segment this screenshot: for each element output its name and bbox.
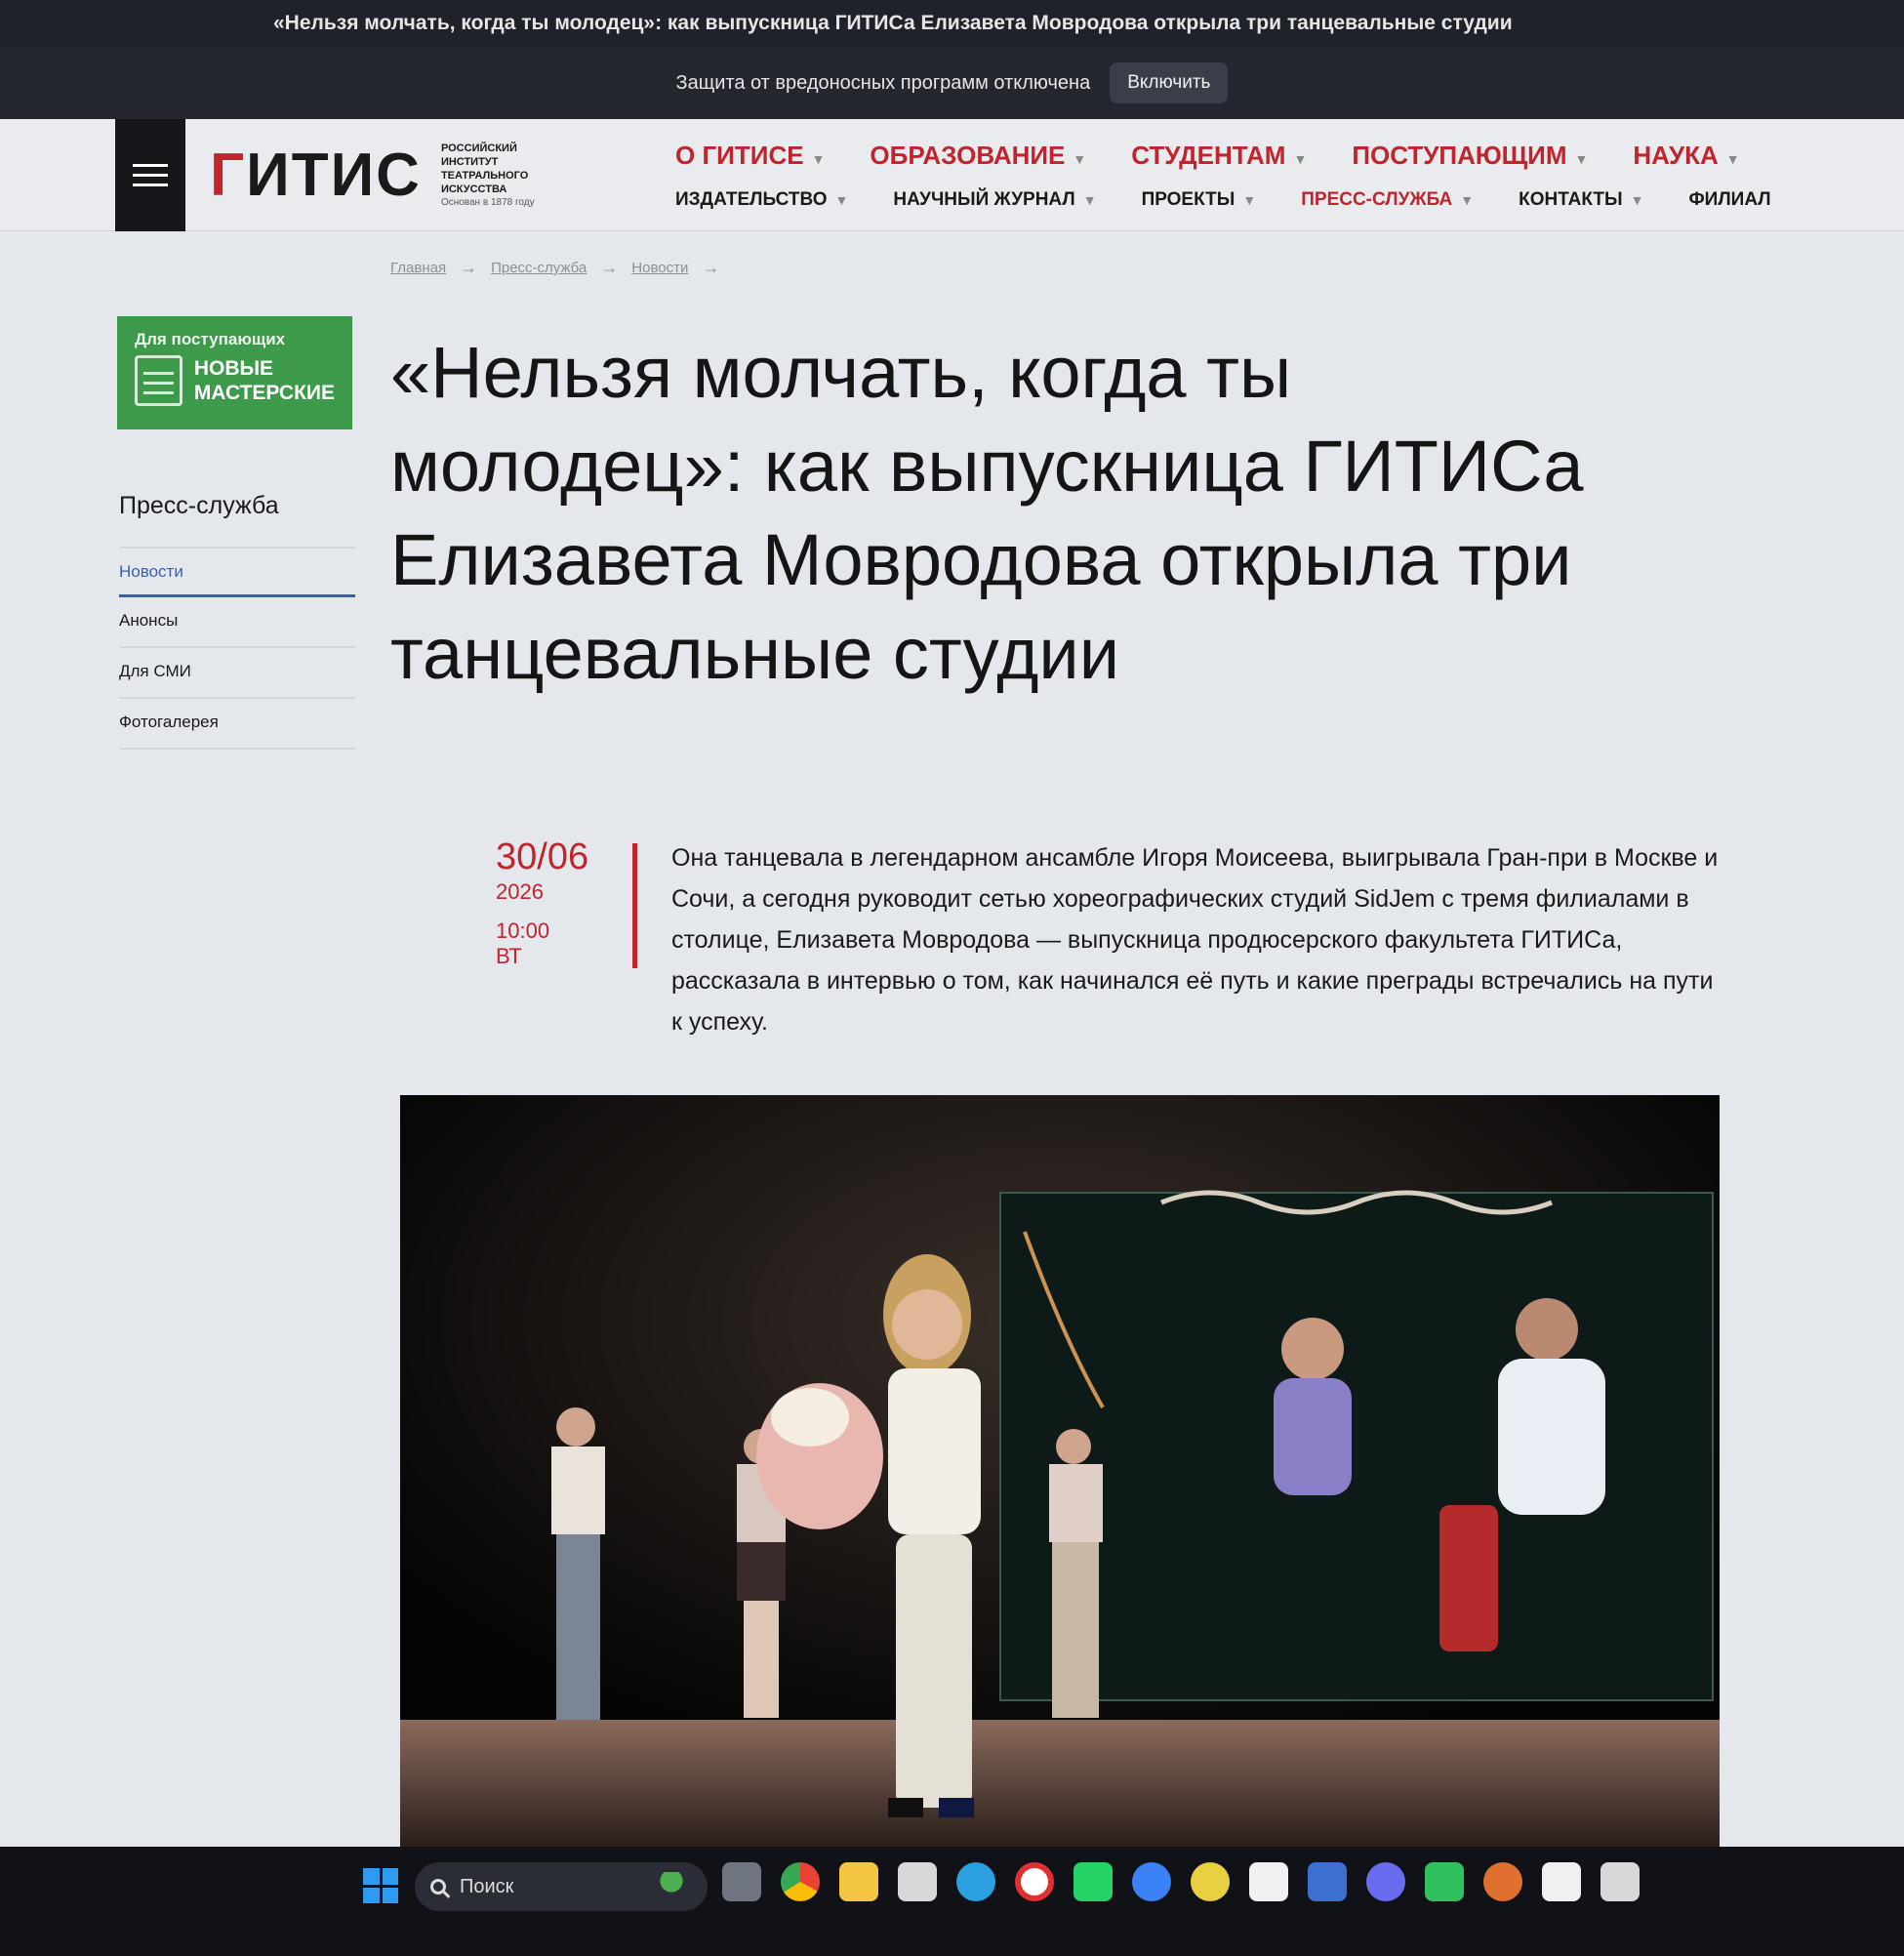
app-icon[interactable] — [1308, 1862, 1347, 1901]
sidebar-item-media[interactable]: Для СМИ — [119, 648, 355, 699]
windows-taskbar: Поиск — [0, 1847, 1904, 1956]
nav-press[interactable]: ПРЕСС-СЛУЖБА ▼ — [1301, 189, 1474, 211]
search-icon — [430, 1879, 446, 1895]
logo-rest: ИТИС — [246, 142, 422, 209]
promo-small-text: Для поступающих — [135, 330, 286, 348]
mail-icon[interactable] — [898, 1862, 937, 1901]
nav-publishing[interactable]: ИЗДАТЕЛЬСТВО ▼ — [675, 189, 848, 211]
secondary-nav: ИЗДАТЕЛЬСТВО ▼ НАУЧНЫЙ ЖУРНАЛ ▼ ПРОЕКТЫ ▼ П… — [675, 189, 1771, 211]
nav-science[interactable]: НАУКА ▼ — [1633, 141, 1739, 171]
caret-down-icon: ▼ — [1082, 192, 1097, 208]
article-headline: «Нельзя молчать, когда ты молодец»: как … — [390, 332, 1584, 694]
logo-wordmark: ГИТИС — [210, 142, 422, 209]
nav-students[interactable]: СТУДЕНТАМ ▼ — [1131, 141, 1307, 171]
meta-divider — [632, 843, 637, 968]
window-icon[interactable] — [722, 1862, 761, 1901]
caret-down-icon: ▼ — [1293, 151, 1308, 167]
sun-icon[interactable] — [1191, 1862, 1230, 1901]
article-time: 10:00 — [496, 918, 550, 943]
nav-projects[interactable]: ПРОЕКТЫ ▼ — [1142, 189, 1257, 211]
sidebar-item-news[interactable]: Новости — [119, 547, 355, 597]
article-weekday: ВТ — [496, 944, 522, 968]
logo-subtitle-line: ТЕАТРАЛЬНОГО — [440, 170, 529, 182]
hamburger-menu-button[interactable] — [115, 119, 185, 231]
arrow-right-icon: → — [600, 258, 619, 277]
caret-down-icon: ▼ — [1242, 192, 1257, 208]
article-photo[interactable] — [400, 1095, 1720, 1847]
sidebar-title: Пресс-служба — [119, 492, 279, 519]
yandex-icon[interactable] — [1015, 1862, 1054, 1901]
nav-applicants[interactable]: ПОСТУПАЮЩИМ ▼ — [1352, 141, 1588, 171]
nav-education[interactable]: ОБРАЗОВАНИЕ ▼ — [870, 141, 1086, 171]
logo-subtitle-line: ИСКУССТВА — [440, 183, 507, 195]
mail-icon[interactable] — [1600, 1862, 1640, 1901]
article-lead: Она танцевала в легендарном ансамбле Иго… — [671, 844, 1719, 1036]
folder-icon[interactable] — [839, 1862, 878, 1901]
logo-subtitle-line: РОССИЙСКИЙ — [440, 143, 517, 154]
maps-icon[interactable] — [1249, 1862, 1288, 1901]
caret-down-icon: ▼ — [1725, 151, 1740, 167]
browser-tab-title: «Нельзя молчать, когда ты молодец»: как … — [0, 0, 1904, 47]
chat-icon[interactable] — [1425, 1862, 1464, 1901]
article-meta: 30/06 2026 10:00 ВТ — [496, 836, 632, 969]
menu-line-icon — [133, 183, 168, 186]
new-workshops-banner[interactable]: Для поступающих НОВЫЕ МАСТЕРСКИЕ — [117, 316, 352, 429]
protection-notice: Защита от вредоносных программ отключена — [675, 71, 1091, 94]
windows-start-icon[interactable] — [363, 1868, 398, 1903]
promo-big-text: НОВЫЕ МАСТЕРСКИЕ — [193, 357, 335, 404]
taskbar-search[interactable]: Поиск — [415, 1862, 708, 1911]
telegram-icon[interactable] — [956, 1862, 995, 1901]
arrow-right-icon: → — [460, 258, 478, 277]
whatsapp-icon[interactable] — [1074, 1862, 1113, 1901]
logo-founded: Основан в 1878 году — [440, 197, 535, 208]
cloud-icon[interactable] — [1132, 1862, 1171, 1901]
primary-nav: О ГИТИСЕ ▼ ОБРАЗОВАНИЕ ▼ СТУДЕНТАМ ▼ ПОСТУП… — [675, 141, 1740, 171]
nav-journal[interactable]: НАУЧНЫЙ ЖУРНАЛ ▼ — [893, 189, 1096, 211]
taskbar-apps — [722, 1862, 1640, 1901]
caret-down-icon: ▼ — [834, 192, 849, 208]
protection-infobar: Защита от вредоносных программ отключена… — [0, 47, 1904, 119]
site-logo[interactable]: ГИТИС РОССИЙСКИЙ ИНСТИТУТ ТЕАТРАЛЬНОГО И… — [210, 142, 578, 209]
tree-icon — [647, 1872, 696, 1901]
nav-branch[interactable]: ФИЛИАЛ — [1688, 189, 1770, 211]
enable-protection-button[interactable]: Включить — [1110, 62, 1229, 103]
caret-down-icon: ▼ — [1460, 192, 1475, 208]
article-year: 2026 — [496, 879, 544, 904]
arrow-right-icon: → — [702, 258, 720, 277]
caret-down-icon: ▼ — [1574, 151, 1589, 167]
breadcrumb-home[interactable]: Главная — [390, 260, 446, 276]
app-icon[interactable] — [1366, 1862, 1405, 1901]
calendar-icon — [135, 355, 182, 406]
maps-icon[interactable] — [1542, 1862, 1581, 1901]
caret-down-icon: ▼ — [1630, 192, 1644, 208]
nav-contacts[interactable]: КОНТАКТЫ ▼ — [1519, 189, 1643, 211]
sidebar-nav: Новости Анонсы Для СМИ Фотогалерея — [119, 547, 355, 750]
sidebar-item-gallery[interactable]: Фотогалерея — [119, 699, 355, 750]
breadcrumb: Главная → Пресс-служба → Новости → — [390, 258, 719, 278]
logo-subtitle-line: ИНСТИТУТ — [440, 156, 499, 168]
caret-down-icon: ▼ — [811, 151, 826, 167]
sidebar-item-announcements[interactable]: Анонсы — [119, 597, 355, 648]
breadcrumb-press[interactable]: Пресс-служба — [491, 260, 587, 276]
logo-subtitle: РОССИЙСКИЙ ИНСТИТУТ ТЕАТРАЛЬНОГО ИСКУССТ… — [441, 142, 578, 210]
breadcrumb-news[interactable]: Новости — [631, 260, 688, 276]
spark-icon[interactable] — [1483, 1862, 1522, 1901]
nav-about[interactable]: О ГИТИСЕ ▼ — [675, 141, 825, 171]
taskbar-search-placeholder: Поиск — [460, 1875, 514, 1897]
menu-line-icon — [133, 174, 168, 177]
stage-photo-illustration — [400, 1095, 1720, 1847]
menu-line-icon — [133, 164, 168, 167]
web-page: ГИТИС РОССИЙСКИЙ ИНСТИТУТ ТЕАТРАЛЬНОГО И… — [0, 119, 1904, 1847]
site-header: ГИТИС РОССИЙСКИЙ ИНСТИТУТ ТЕАТРАЛЬНОГО И… — [0, 119, 1904, 231]
article-date: 30/06 — [496, 836, 589, 877]
chrome-icon[interactable] — [781, 1862, 820, 1901]
caret-down-icon: ▼ — [1073, 151, 1087, 167]
